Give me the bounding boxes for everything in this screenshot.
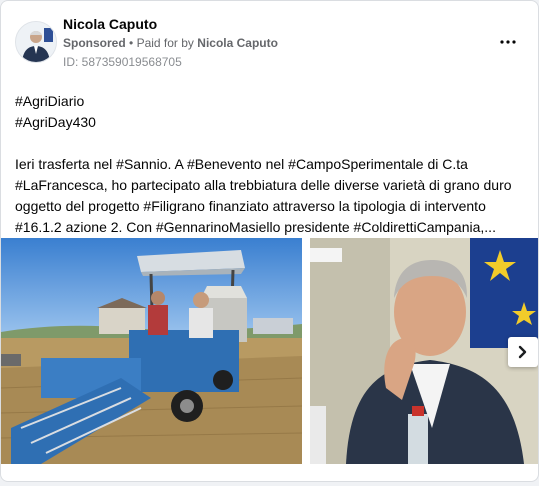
post-text-line: #AgriDiario bbox=[15, 93, 85, 109]
more-options-icon bbox=[500, 40, 516, 44]
sponsored-label: Sponsored bbox=[63, 36, 126, 50]
post-text-line: #LaFrancesca, ho partecipato alla trebbi… bbox=[15, 177, 512, 193]
harvester-photo bbox=[1, 238, 302, 464]
carousel-image-harvester[interactable] bbox=[1, 238, 302, 464]
more-options-button[interactable] bbox=[495, 29, 521, 55]
portrait-photo bbox=[310, 238, 538, 464]
carousel-image-portrait[interactable] bbox=[310, 238, 538, 464]
media-carousel bbox=[1, 238, 538, 464]
author-name[interactable]: Nicola Caputo bbox=[63, 16, 157, 32]
sponsor-line: Sponsored • Paid for by Nicola Caputo bbox=[63, 36, 278, 50]
ad-id: ID: 587359019568705 bbox=[63, 55, 182, 69]
paid-by-name[interactable]: Nicola Caputo bbox=[197, 36, 278, 50]
post-text: #AgriDiario #AgriDay430 Ieri trasferta n… bbox=[15, 91, 525, 238]
meta-separator: • bbox=[129, 36, 137, 50]
post-text-line: #16.1.2 azione 2. Con #GennarinoMasiello… bbox=[15, 219, 496, 235]
ad-post-card: Nicola Caputo Sponsored • Paid for by Ni… bbox=[0, 0, 539, 482]
post-text-line: oggetto del progetto #Filigrano finanzia… bbox=[15, 198, 486, 214]
paid-for-label: Paid for by bbox=[136, 36, 194, 50]
avatar-photo bbox=[16, 22, 56, 62]
post-text-line: Ieri trasferta nel #Sannio. A #Benevento… bbox=[15, 156, 468, 172]
carousel-next-button[interactable] bbox=[508, 337, 538, 367]
author-avatar[interactable] bbox=[15, 21, 57, 63]
chevron-right-icon bbox=[518, 345, 527, 359]
post-text-line: #AgriDay430 bbox=[15, 114, 96, 130]
